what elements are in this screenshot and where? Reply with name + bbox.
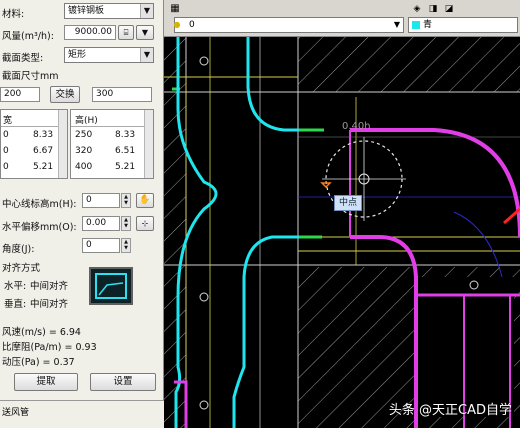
velocity-readout: 风速(m/s) = 6.94	[2, 327, 81, 338]
symbol-marker	[199, 400, 209, 410]
chevron-down-icon: ▼	[140, 48, 153, 62]
table-cell: 250	[75, 130, 93, 140]
layer-tool-icon[interactable]: ◪	[442, 2, 456, 16]
table-cell: 5.21	[33, 162, 54, 172]
horizontal-align-value[interactable]: 中间对齐	[30, 278, 68, 292]
color-value: 青	[423, 20, 433, 30]
height-col-header: 高(H)	[75, 116, 98, 126]
app-window: 材料: 镀锌钢板 ▼ 风量(m³/h): 9000.00 ⌸ ▼ 截面类型: 矩…	[0, 0, 520, 428]
layer-tool-icon[interactable]: ◨	[426, 2, 440, 16]
calculator-icon[interactable]: ⌸	[118, 25, 134, 40]
width-col-header: 宽	[3, 116, 13, 126]
material-value: 镀锌钢板	[68, 6, 105, 16]
pick-button[interactable]: 提取	[14, 373, 78, 391]
dimension-text: 0.40h	[342, 121, 371, 132]
offset-label: 水平偏移mm(O):	[2, 222, 77, 233]
duct-type-list[interactable]: 送风管	[0, 400, 164, 428]
height-table-scrollbar[interactable]	[144, 110, 153, 178]
duct-preview-icon	[95, 273, 127, 299]
width-size-table[interactable]: 宽 0 8.33 0 6.67 0 5.21	[0, 109, 68, 179]
table-cell: 8.33	[33, 130, 54, 140]
table-cell: 0	[3, 146, 9, 156]
table-cell: 6.67	[33, 146, 54, 156]
list-item[interactable]: 送风管	[2, 405, 29, 418]
symbol-marker	[199, 292, 209, 302]
header-divider	[71, 126, 145, 127]
duct-cyan-upper	[246, 37, 299, 132]
section-type-value: 矩形	[68, 50, 87, 60]
material-label: 材料:	[2, 9, 25, 20]
table-cell: 6.51	[115, 146, 136, 156]
horizontal-label: 水平:	[4, 281, 27, 292]
duct-settings-panel: 材料: 镀锌钢板 ▼ 风量(m³/h): 9000.00 ⌸ ▼ 截面类型: 矩…	[0, 0, 164, 400]
elevation-input[interactable]: 0	[82, 193, 120, 208]
elevation-label: 中心线标高m(H):	[2, 199, 77, 210]
color-select[interactable]: 青	[408, 17, 518, 33]
vertical-align-value[interactable]: 中间对齐	[30, 296, 68, 310]
airflow-label: 风量(m³/h):	[2, 31, 54, 42]
dynamic-pressure-readout: 动压(Pa) = 0.37	[2, 357, 75, 368]
align-title: 对齐方式	[2, 263, 41, 274]
angle-input[interactable]: 0	[82, 238, 120, 253]
table-cell: 0	[3, 162, 9, 172]
layer-icon[interactable]: ▦	[168, 2, 182, 16]
section-preview	[89, 267, 133, 305]
watermark: 头条 @天正CAD自学	[388, 403, 512, 418]
table-cell: 8.33	[115, 130, 136, 140]
layer-tool-icon[interactable]: ◈	[410, 2, 424, 16]
width-input[interactable]: 200	[0, 87, 40, 102]
height-size-table[interactable]: 高(H) 250 8.33 320 6.51 400 5.21	[70, 109, 154, 179]
section-size-label: 截面尺寸mm	[2, 71, 59, 82]
wall-hatch	[164, 37, 186, 428]
table-cell: 5.21	[115, 162, 136, 172]
layer-value: 0	[189, 20, 195, 30]
offset-spinner[interactable]: ▲ ▼	[121, 216, 131, 231]
friction-readout: 比摩阻(Pa/m) = 0.93	[2, 342, 97, 353]
offset-input[interactable]: 0.00	[82, 216, 120, 231]
chevron-down-icon[interactable]: ▼	[390, 18, 404, 32]
angle-label: 角度(J):	[2, 244, 35, 255]
swap-button[interactable]: 交换	[50, 86, 80, 103]
cad-drawing[interactable]: 0.40h	[164, 37, 520, 428]
settings-button[interactable]: 设置	[90, 373, 156, 391]
airflow-input[interactable]: 9000.00	[64, 25, 116, 40]
duct-cyan-lower	[232, 235, 299, 428]
layer-select[interactable]: 0	[174, 17, 404, 33]
cad-toolbar: ▦ 0 ● ▼ ◈ 青 ◨ ◪	[164, 0, 520, 37]
header-divider	[1, 126, 59, 127]
chevron-down-icon: ▼	[140, 4, 153, 18]
material-select[interactable]: 镀锌钢板 ▼	[64, 3, 154, 19]
pick-icon[interactable]: ✋	[136, 193, 154, 208]
section-type-label: 截面类型:	[2, 53, 44, 64]
chevron-down-icon[interactable]: ▼	[136, 25, 154, 40]
angle-spinner[interactable]: ▲ ▼	[121, 238, 131, 253]
wall-hatch	[298, 37, 520, 92]
lightbulb-icon: ●	[173, 20, 181, 29]
elevation-spinner[interactable]: ▲ ▼	[121, 193, 131, 208]
drawing-canvas[interactable]: 0.40h	[164, 37, 520, 428]
table-cell: 400	[75, 162, 93, 172]
vertical-label: 垂直:	[4, 299, 27, 310]
width-table-scrollbar[interactable]	[58, 110, 67, 178]
color-swatch	[412, 21, 420, 29]
table-cell: 320	[75, 146, 93, 156]
table-cell: 0	[3, 130, 9, 140]
section-type-select[interactable]: 矩形 ▼	[64, 47, 154, 63]
height-input[interactable]: 300	[92, 87, 152, 102]
measure-icon[interactable]: ⊹	[136, 216, 154, 231]
symbol-marker	[199, 56, 209, 66]
snap-tooltip: 中点	[334, 195, 363, 211]
